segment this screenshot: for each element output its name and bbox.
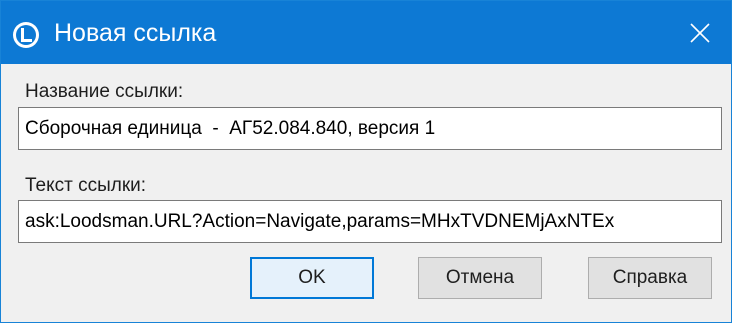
link-text-label: Текст ссылки: — [25, 175, 147, 196]
cancel-button[interactable]: Отмена — [418, 257, 542, 299]
dialog-title: Новая ссылка — [54, 19, 217, 47]
new-link-dialog: Новая ссылка Название ссылки: Текст ссыл… — [0, 0, 732, 323]
title-bar[interactable]: Новая ссылка — [1, 1, 731, 64]
link-text-input[interactable] — [18, 200, 722, 243]
close-icon — [690, 22, 710, 43]
help-button[interactable]: Справка — [588, 257, 712, 299]
link-name-label: Название ссылки: — [25, 81, 184, 102]
link-name-input[interactable] — [18, 107, 722, 150]
ok-button[interactable]: OK — [250, 257, 374, 299]
close-button[interactable] — [669, 1, 731, 64]
loodsman-logo-icon — [13, 22, 39, 48]
